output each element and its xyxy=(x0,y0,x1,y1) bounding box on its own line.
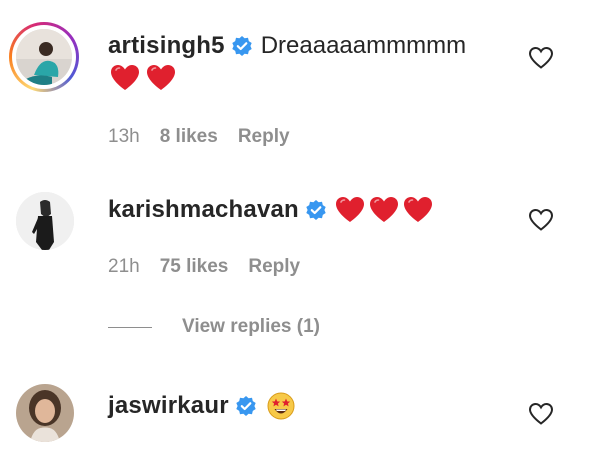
heart-outline-icon[interactable] xyxy=(528,402,554,426)
timestamp: 21h xyxy=(108,256,140,277)
heart-outline-icon[interactable] xyxy=(528,208,554,232)
verified-badge-icon xyxy=(231,35,253,57)
heart-outline-icon[interactable] xyxy=(528,46,554,70)
comment-text: Dreaaaaammmmm xyxy=(260,32,467,59)
reply-button[interactable]: Reply xyxy=(238,126,290,148)
red-heart-emoji xyxy=(110,64,140,92)
view-replies-button[interactable]: View replies (1) xyxy=(108,316,320,338)
red-heart-emoji xyxy=(146,64,176,92)
comment-meta: 13h 8 likes Reply xyxy=(108,126,290,148)
red-heart-emoji xyxy=(369,196,399,224)
avatar[interactable] xyxy=(16,192,74,250)
comment-item: artisingh5 Dreaaaaammmmm 13h 8 likes Rep… xyxy=(0,0,600,170)
avatar[interactable] xyxy=(16,29,72,85)
likes-count[interactable]: 75 likes xyxy=(160,256,229,278)
star-struck-emoji xyxy=(267,392,295,420)
red-heart-emoji xyxy=(335,196,365,224)
verified-badge-icon xyxy=(305,199,327,221)
red-heart-emoji xyxy=(403,196,433,224)
comment-meta: 21h 75 likes Reply xyxy=(108,256,300,278)
username[interactable]: jaswirkaur xyxy=(108,392,229,420)
reply-button[interactable]: Reply xyxy=(248,256,300,278)
likes-count[interactable]: 8 likes xyxy=(160,126,218,148)
view-replies-label[interactable]: View replies (1) xyxy=(182,316,320,338)
divider xyxy=(108,326,152,328)
verified-badge-icon xyxy=(235,395,257,417)
story-ring[interactable] xyxy=(9,22,79,92)
comment-item: jaswirkaur xyxy=(0,370,600,450)
username[interactable]: karishmachavan xyxy=(108,196,299,224)
timestamp: 13h xyxy=(108,126,140,147)
avatar[interactable] xyxy=(16,384,74,442)
username[interactable]: artisingh5 xyxy=(108,32,225,60)
